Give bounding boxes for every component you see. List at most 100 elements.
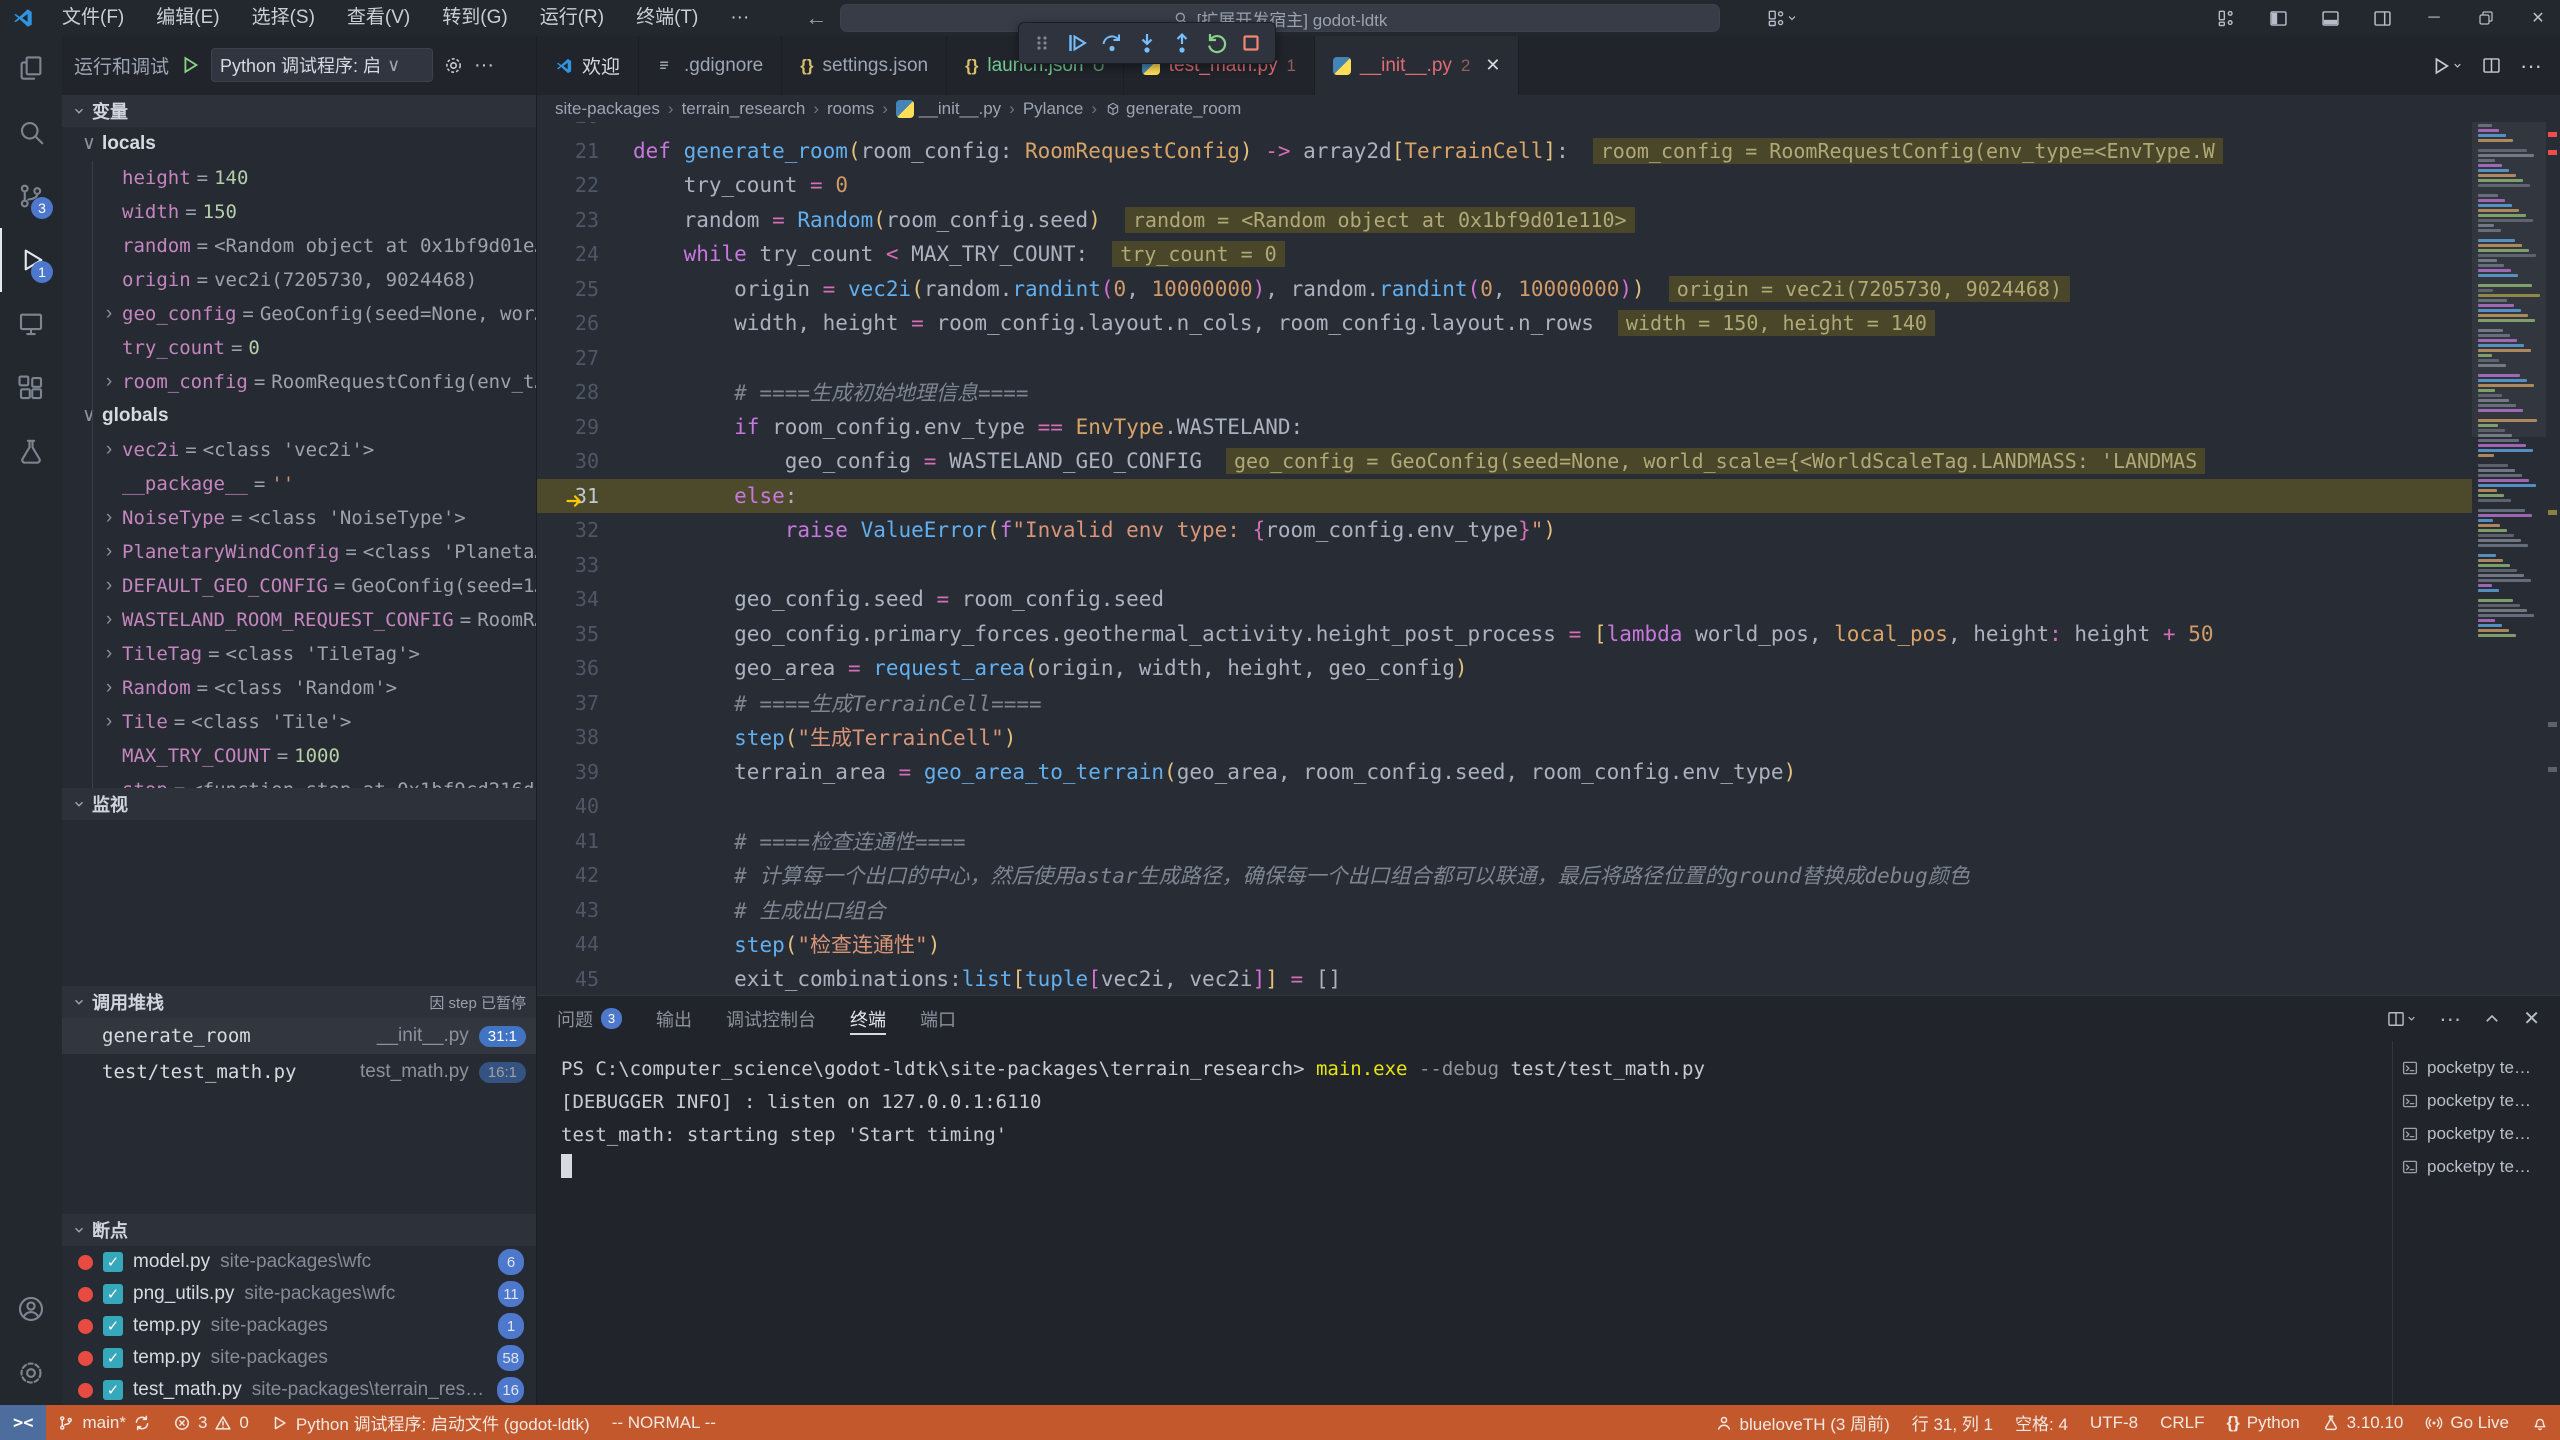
code-line-45[interactable]: 45 exit_combinations:list[tuple[vec2i, v… [537, 962, 2560, 996]
breakpoints-section-header[interactable]: 断点 [62, 1214, 536, 1246]
debug-step-out-icon[interactable] [1166, 27, 1198, 59]
status-4[interactable]: 空格: 4 [2004, 1405, 2079, 1440]
variable-row[interactable]: ›geo_config=GeoConfig(seed=None, wor… [62, 297, 536, 331]
code-line-36[interactable]: 36 geo_area = request_area(origin, width… [537, 651, 2560, 686]
code-line-43[interactable]: 43 # 生成出口组合 [537, 893, 2560, 928]
menu-t[interactable]: 终端(T) [620, 0, 714, 36]
customize-layout-icon[interactable] [2204, 0, 2248, 36]
breadcrumb-item[interactable]: __init__.py [896, 99, 1001, 119]
code-line-21[interactable]: 21def generate_room(room_config: RoomReq… [537, 134, 2560, 169]
code-line-40[interactable]: 40 [537, 789, 2560, 824]
window-restore-button[interactable] [2464, 0, 2508, 36]
cell-layout-icon[interactable] [1760, 0, 1804, 36]
menu-[interactable]: ··· [714, 0, 765, 36]
breakpoint-row[interactable]: ✓ png_utils.pysite-packages\wfc 11 [62, 1278, 536, 1310]
status-normal[interactable]: -- NORMAL -- [601, 1405, 727, 1440]
terminal-instance[interactable]: pocketpy te… [2393, 1150, 2560, 1183]
code-line-22[interactable]: 22 try_count = 0 [537, 168, 2560, 203]
variable-row[interactable]: ›PlanetaryWindConfig=<class 'Planeta… [62, 535, 536, 569]
toggle-sidebar-icon[interactable] [2256, 0, 2300, 36]
code-line-42[interactable]: 42 # 计算每一个出口的中心，然后使用astar生成路径，确保每一个出口组合都… [537, 858, 2560, 893]
debug-stop-icon[interactable] [1235, 27, 1267, 59]
code-line-44[interactable]: 44 step("检查连通性") [537, 927, 2560, 962]
activity-extensions-icon[interactable] [0, 356, 62, 420]
menu-s[interactable]: 选择(S) [236, 0, 331, 36]
status-remote[interactable]: >< [0, 1405, 46, 1440]
status-golive[interactable]: Go Live [2414, 1405, 2520, 1440]
debug-step-into-icon[interactable] [1131, 27, 1163, 59]
activity-scm-icon[interactable]: 3 [0, 164, 62, 228]
variable-row[interactable]: random=<Random object at 0x1bf9d01e… [62, 229, 536, 263]
menu-v[interactable]: 查看(V) [331, 0, 426, 36]
code-line-31[interactable]: 31 else: [537, 479, 2560, 514]
status-3[interactable]: 30 [162, 1405, 260, 1440]
tab-.gdignore[interactable]: .gdignore [639, 36, 782, 95]
variable-row[interactable]: height=140 [62, 161, 536, 195]
variable-row[interactable]: ›room_config=RoomRequestConfig(env_t… [62, 365, 536, 399]
code-line-20[interactable]: 20 [537, 122, 2560, 134]
breadcrumb-item[interactable]: site-packages [555, 99, 660, 119]
debug-step-over-icon[interactable] [1096, 27, 1128, 59]
panel-tab-输出[interactable]: 输出 [656, 996, 692, 1041]
variable-row[interactable]: ›WASTELAND_ROOM_REQUEST_CONFIG=RoomR… [62, 603, 536, 637]
activity-search-icon[interactable] [0, 100, 62, 164]
status-bellicon[interactable] [2520, 1405, 2560, 1440]
activity-debug-icon[interactable]: 1 [0, 228, 62, 292]
terminal-instance[interactable]: pocketpy te… [2393, 1117, 2560, 1150]
debug-config-select[interactable]: Python 调试程序: 启 ∨ [211, 48, 433, 82]
command-center-search[interactable]: [扩展开发宿主] godot-ldtk [840, 4, 1720, 32]
breakpoint-checkbox[interactable]: ✓ [103, 1284, 123, 1304]
variable-row[interactable]: width=150 [62, 195, 536, 229]
more-actions-icon[interactable]: ··· [2520, 53, 2542, 79]
status-utf8[interactable]: UTF-8 [2079, 1405, 2149, 1440]
activity-testing-icon[interactable] [0, 420, 62, 484]
breadcrumb-item[interactable]: Pylance [1023, 99, 1083, 119]
breakpoint-row[interactable]: ✓ test_math.pysite-packages\terrain_res…… [62, 1374, 536, 1406]
variable-row[interactable]: ›vec2i=<class 'vec2i'> [62, 433, 536, 467]
minimap[interactable] [2472, 122, 2546, 682]
menu-f[interactable]: 文件(F) [46, 0, 140, 36]
terminal-instance[interactable]: pocketpy te… [2393, 1084, 2560, 1117]
variable-row[interactable]: __package__='' [62, 467, 536, 501]
menu-e[interactable]: 编辑(E) [140, 0, 235, 36]
code-line-30[interactable]: 30 geo_config = WASTELAND_GEO_CONFIGgeo_… [537, 444, 2560, 479]
debug-restart-icon[interactable] [1201, 27, 1233, 59]
watch-section-header[interactable]: 监视 [62, 788, 536, 820]
variable-row[interactable]: MAX_TRY_COUNT=1000 [62, 739, 536, 773]
status-crlf[interactable]: CRLF [2149, 1405, 2215, 1440]
status-31010[interactable]: 3.10.10 [2311, 1405, 2415, 1440]
panel-tab-端口[interactable]: 端口 [920, 996, 956, 1041]
variables-section-header[interactable]: 变量 [62, 95, 536, 127]
code-editor[interactable]: 2021def generate_room(room_config: RoomR… [537, 122, 2560, 995]
variable-row[interactable]: ›Random=<class 'Random'> [62, 671, 536, 705]
variable-row[interactable]: ›TileTag=<class 'TileTag'> [62, 637, 536, 671]
nav-back-button[interactable]: ← [805, 5, 827, 31]
variable-row[interactable]: ›Tile=<class 'Tile'> [62, 705, 536, 739]
callstack-frame[interactable]: test/test_math.pytest_math.py16:1 [62, 1054, 536, 1090]
split-editor-icon[interactable] [2481, 55, 2502, 76]
variable-row[interactable]: ›NoiseType=<class 'NoiseType'> [62, 501, 536, 535]
debug-start-icon[interactable] [179, 54, 201, 76]
menu-r[interactable]: 运行(R) [524, 0, 620, 36]
split-terminal-icon[interactable] [2386, 1009, 2417, 1029]
tab-__init__.py[interactable]: __init__.py2✕ [1315, 36, 1519, 95]
callstack-frame[interactable]: generate_room__init__.py31:1 [62, 1018, 536, 1054]
code-line-35[interactable]: 35 geo_config.primary_forces.geothermal_… [537, 617, 2560, 652]
toggle-secondary-sidebar-icon[interactable] [2360, 0, 2404, 36]
activity-settings-gear-icon[interactable] [0, 1341, 62, 1405]
activity-explorer-icon[interactable] [0, 36, 62, 100]
tab-settings.json[interactable]: {}settings.json [782, 36, 947, 95]
toggle-panel-icon[interactable] [2308, 0, 2352, 36]
callstack-section-header[interactable]: 调用堆栈 因 step 已暂停 [62, 986, 536, 1018]
window-minimize-button[interactable]: ─ [2412, 0, 2456, 36]
activity-remote-explorer-icon[interactable] [0, 292, 62, 356]
breakpoint-row[interactable]: ✓ temp.pysite-packages 1 [62, 1310, 536, 1342]
code-line-32[interactable]: 32 raise ValueError(f"Invalid env type: … [537, 513, 2560, 548]
close-panel-icon[interactable]: ✕ [2523, 1006, 2540, 1031]
breakpoint-checkbox[interactable]: ✓ [103, 1316, 123, 1336]
terminal-instance[interactable]: pocketpy te… [2393, 1051, 2560, 1084]
var-group-globals[interactable]: ∨globals [62, 399, 536, 433]
panel-tab-调试控制台[interactable]: 调试控制台 [726, 996, 816, 1041]
variable-row[interactable]: origin=vec2i(7205730, 9024468) [62, 263, 536, 297]
code-line-33[interactable]: 33 [537, 548, 2560, 583]
